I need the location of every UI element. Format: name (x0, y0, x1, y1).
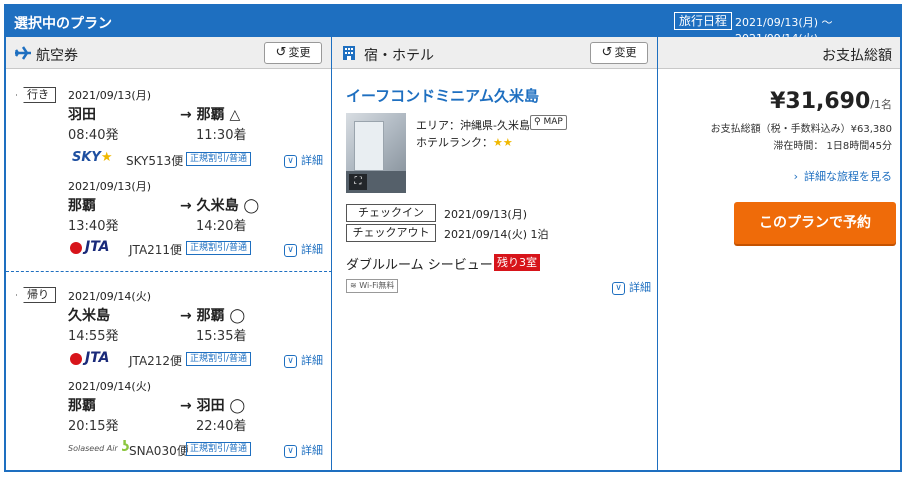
hotel-header: 宿・ホテル ↺ 変更 (332, 37, 657, 69)
stay-duration: 滞在時間： 1日8時間45分 (773, 141, 892, 152)
leg-destination: → 久米島 ◯ (180, 198, 260, 214)
flight-detail-link[interactable]: ∨ 詳細 (284, 152, 323, 168)
leg-date: 2021/09/14(火) (68, 380, 151, 393)
leg-date: 2021/09/14(火) (68, 290, 151, 303)
fare-badge: 正規割引/普通 (186, 241, 252, 255)
flight-detail-link[interactable]: ∨ 詳細 (284, 442, 323, 458)
undo-icon: ↺ (601, 45, 613, 60)
book-plan-button[interactable]: このプランで予約 (734, 202, 896, 244)
hotel-change-button[interactable]: ↺ 変更 (590, 42, 648, 64)
flight-detail-link[interactable]: ∨ 詳細 (284, 352, 323, 368)
leg-destination: → 那覇 △ (180, 107, 241, 123)
leg-departure: 08:40発 (68, 128, 119, 143)
room-type: ダブルルーム シービュー (346, 258, 493, 273)
leg-date: 2021/09/13(月) (68, 180, 151, 193)
leg-destination: → 那覇 ◯ (180, 308, 246, 324)
leg-origin: 羽田 (68, 107, 96, 123)
leg-departure: 13:40発 (68, 219, 119, 234)
checkin-value: 2021/09/13(月) (444, 208, 527, 221)
outbound-tag: 行き (16, 87, 56, 103)
leg-arrival: 11:30着 (196, 128, 247, 143)
itinerary-detail-link[interactable]: › 詳細な旅程を見る (794, 168, 892, 184)
leg-destination: → 羽田 ◯ (180, 398, 246, 414)
solaseed-logo: Solaseed Air ʖ (68, 439, 130, 455)
wifi-icon: ≋ (350, 281, 357, 290)
expand-icon[interactable]: ⛶ (349, 174, 367, 190)
checkout-label: チェックアウト (346, 224, 436, 242)
flight-number: SKY513便 (126, 154, 184, 168)
leg-arrival: 14:20着 (196, 219, 247, 234)
leg-origin: 久米島 (68, 308, 110, 324)
chevron-down-icon: ∨ (284, 444, 297, 458)
airplane-icon (14, 46, 31, 60)
hotel-detail-link[interactable]: ∨ 詳細 (612, 279, 651, 295)
divider (6, 271, 332, 272)
leg-departure: 20:15発 (68, 419, 119, 434)
flight-number: SNA030便 (129, 444, 189, 458)
leg-arrival: 15:35着 (196, 329, 247, 344)
jta-logo: JTA (70, 350, 110, 366)
fare-badge: 正規割引/普通 (186, 152, 252, 166)
flights-header: 航空券 ↺ 変更 (6, 37, 331, 69)
flight-change-button[interactable]: ↺ 変更 (264, 42, 322, 64)
fare-badge: 正規割引/普通 (186, 442, 252, 456)
hotel-photo[interactable]: ⛶ (346, 113, 406, 193)
header-bar: 選択中のプラン 旅行日程 2021/09/13(月) ～ 2021/09/14(… (6, 6, 900, 45)
leg-departure: 14:55発 (68, 329, 119, 344)
hotel-area: エリア：沖縄県-久米島 (416, 119, 530, 132)
jta-logo: JTA (70, 239, 110, 255)
map-button[interactable]: ⚲ MAP (530, 115, 567, 130)
building-icon (343, 46, 355, 60)
chevron-right-icon: › (793, 170, 798, 183)
return-tag: 帰り (16, 287, 56, 303)
hotel-rank: ホテルランク：★★ (416, 136, 513, 149)
flight-detail-link[interactable]: ∨ 詳細 (284, 241, 323, 257)
chevron-down-icon: ∨ (284, 154, 297, 168)
leg-origin: 那覇 (68, 198, 96, 214)
price-per-person: ¥31,690/1名 (770, 89, 892, 114)
skymark-logo: SKY★ (72, 150, 113, 165)
checkin-label: チェックイン (346, 204, 436, 222)
page-title: 選択中のプラン (14, 16, 112, 32)
total-price: お支払総額（税・手数料込み）¥63,380 (710, 124, 892, 135)
wifi-badge: ≋ Wi-Fi無料 (346, 279, 399, 293)
hotel-name-link[interactable]: イーフコンドミニアム久米島 (346, 85, 539, 106)
hotel-column: 宿・ホテル ↺ 変更 イーフコンドミニアム久米島 ⛶ エリア：沖縄県-久米島 ⚲ … (332, 37, 658, 470)
rooms-left-badge: 残り3室 (494, 254, 540, 271)
checkout-value: 2021/09/14(火) 1泊 (444, 228, 549, 241)
flights-column: 航空券 ↺ 変更 行き 2021/09/13(月) 羽田 → 那覇 △ 08:40… (6, 37, 332, 470)
selected-plan-panel: 選択中のプラン 旅行日程 2021/09/13(月) ～ 2021/09/14(… (4, 4, 902, 472)
leg-origin: 那覇 (68, 398, 96, 414)
flight-number: JTA212便 (129, 354, 183, 368)
leg-arrival: 22:40着 (196, 419, 247, 434)
rank-stars: ★★ (493, 136, 513, 149)
undo-icon: ↺ (275, 45, 287, 60)
chevron-down-icon: ∨ (612, 281, 625, 295)
itinerary-label: 旅行日程 (674, 12, 733, 30)
chevron-down-icon: ∨ (284, 354, 297, 368)
fare-badge: 正規割引/普通 (186, 352, 252, 366)
flights-title: 航空券 (36, 48, 78, 64)
map-pin-icon: ⚲ (534, 117, 541, 127)
leg-date: 2021/09/13(月) (68, 89, 151, 102)
flight-number: JTA211便 (129, 243, 183, 257)
payment-header: お支払総額 (658, 37, 900, 69)
chevron-down-icon: ∨ (284, 243, 297, 257)
payment-column: お支払総額 ¥31,690/1名 お支払総額（税・手数料込み）¥63,380 滞… (658, 37, 900, 470)
hotel-title: 宿・ホテル (364, 48, 434, 64)
payment-title: お支払総額 (822, 48, 892, 64)
